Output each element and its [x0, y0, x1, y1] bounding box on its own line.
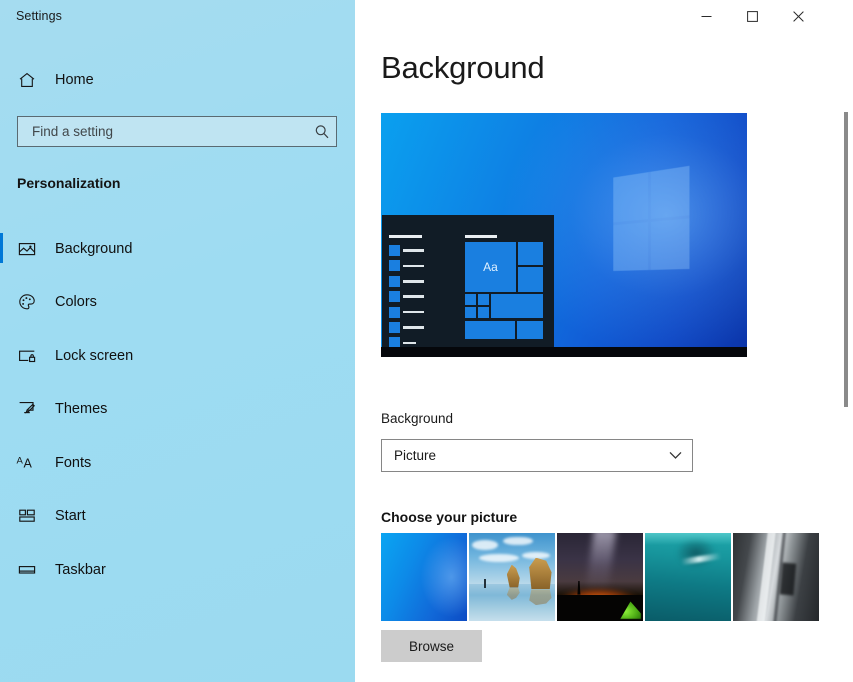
home-icon: [16, 69, 38, 91]
lock-screen-icon: [16, 345, 38, 367]
sidebar: Settings Home Personalization: [0, 0, 355, 682]
close-button[interactable]: [775, 0, 821, 32]
start-menu-app-list: [389, 245, 425, 357]
search-icon[interactable]: [308, 123, 336, 141]
svg-text:A: A: [24, 456, 33, 470]
sidebar-item-label: Background: [55, 241, 132, 257]
sidebar-item-start[interactable]: Start: [0, 497, 355, 536]
sidebar-item-taskbar[interactable]: Taskbar: [0, 550, 355, 589]
sidebar-item-lock-screen[interactable]: Lock screen: [0, 336, 355, 375]
preview-start-menu: Aa: [382, 215, 554, 347]
tile-wide-1: [491, 294, 543, 318]
tile-group-header-line: [465, 235, 497, 238]
background-field-label: Background: [381, 411, 453, 426]
sidebar-item-background[interactable]: Background: [0, 229, 355, 268]
sidebar-item-label: Fonts: [55, 455, 91, 471]
scrollbar-thumb[interactable]: [844, 112, 848, 407]
tile-small-2: [518, 267, 543, 292]
main-content: Background: [355, 0, 853, 682]
maximize-button[interactable]: [729, 0, 775, 32]
settings-window: Settings Home Personalization: [0, 0, 853, 682]
background-dropdown-value: Picture: [382, 448, 658, 463]
picture-thumbnail-list: [381, 533, 819, 621]
background-dropdown[interactable]: Picture: [381, 439, 693, 472]
start-menu-tiles: Aa: [465, 235, 543, 346]
sidebar-nav-list: Background Colors: [0, 229, 355, 604]
sidebar-item-home-label: Home: [55, 72, 94, 88]
tile-large: Aa: [465, 242, 516, 292]
tile-mini-1: [465, 294, 476, 305]
thumbnail-windows-blue-wallpaper[interactable]: [381, 533, 467, 621]
sidebar-item-fonts[interactable]: A A Fonts: [0, 443, 355, 482]
chevron-down-icon: [658, 451, 692, 460]
preview-taskbar: [381, 347, 747, 357]
sidebar-item-label: Taskbar: [55, 562, 106, 578]
window-controls: [683, 0, 853, 32]
taskbar-icon: [16, 559, 38, 581]
tile-small-1: [518, 242, 543, 265]
main-scrollbar[interactable]: [839, 32, 853, 682]
sidebar-item-colors[interactable]: Colors: [0, 283, 355, 322]
start-menu-header-line: [389, 235, 422, 238]
browse-button[interactable]: Browse: [381, 630, 482, 662]
svg-text:A: A: [17, 455, 24, 466]
fonts-icon: A A: [16, 452, 38, 474]
minimize-button[interactable]: [683, 0, 729, 32]
thumbnail-underwater-wallpaper[interactable]: [645, 533, 731, 621]
sidebar-item-label: Themes: [55, 401, 107, 417]
selection-indicator: [0, 233, 3, 263]
palette-icon: [16, 291, 38, 313]
thumbnail-beach-rock-wallpaper[interactable]: [469, 533, 555, 621]
start-icon: [16, 505, 38, 527]
search-box[interactable]: [17, 116, 337, 147]
app-title: Settings: [16, 9, 62, 23]
sidebar-item-home[interactable]: Home: [16, 64, 338, 96]
sidebar-item-label: Lock screen: [55, 348, 133, 364]
sidebar-item-label: Colors: [55, 294, 97, 310]
sidebar-item-label: Start: [55, 508, 86, 524]
image-icon: [16, 238, 38, 260]
page-title: Background: [381, 50, 544, 86]
windows-logo-watermark: [613, 165, 689, 270]
brush-icon: [16, 398, 38, 420]
desktop-preview: Aa: [381, 113, 747, 357]
tile-wide-3: [517, 321, 543, 339]
tile-label: Aa: [483, 260, 498, 274]
tile-mini-2: [478, 294, 489, 305]
choose-picture-label: Choose your picture: [381, 509, 517, 525]
search-input[interactable]: [18, 117, 308, 146]
sidebar-item-themes[interactable]: Themes: [0, 390, 355, 429]
tile-mini-4: [478, 307, 489, 318]
thumbnail-night-camping-wallpaper[interactable]: [557, 533, 643, 621]
thumbnail-cliff-wallpaper[interactable]: [733, 533, 819, 621]
tile-mini-3: [465, 307, 476, 318]
tile-wide-2: [465, 321, 515, 339]
sidebar-section-header: Personalization: [17, 175, 120, 191]
